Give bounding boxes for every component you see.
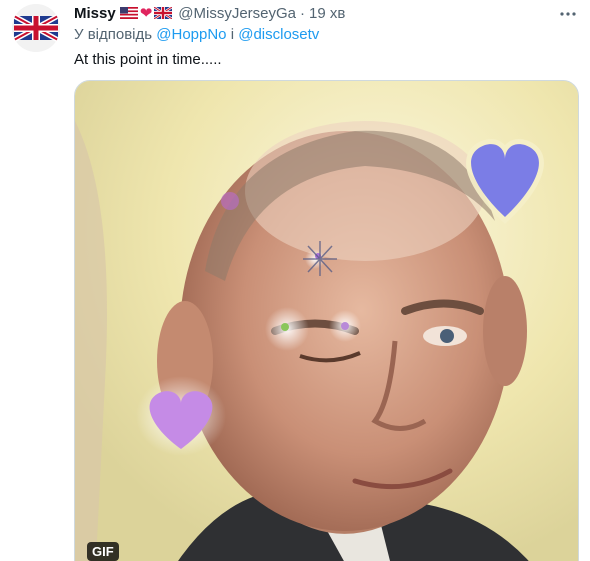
user-handle[interactable]: @MissyJerseyGa [178, 5, 296, 22]
timestamp[interactable]: 19 хв [309, 5, 345, 22]
red-heart-icon: ❤ [139, 5, 153, 22]
reply-context: У відповідь @HoppNo і @disclosetv [74, 26, 578, 46]
more-options-button[interactable] [558, 4, 578, 24]
tweet-text: At this point in time..... [74, 51, 222, 68]
tweet-media-gif[interactable]: GIF [74, 80, 579, 561]
reply-prefix: У відповідь [74, 26, 153, 43]
display-name[interactable]: Missy [74, 5, 116, 22]
tweet[interactable]: Missy ❤ @MissyJerseyGa · 19 хв У відпові… [0, 0, 590, 561]
reply-conjunction: і [230, 26, 235, 43]
avatar[interactable] [12, 4, 60, 52]
separator-dot: · [300, 4, 306, 22]
reply-mention-hoppno[interactable]: @HoppNo [156, 26, 226, 43]
gif-image [75, 81, 578, 561]
uk-flag-icon [154, 7, 173, 19]
uk-flag-avatar-icon [12, 4, 60, 52]
gif-badge: GIF [87, 542, 119, 561]
tweet-header: Missy ❤ @MissyJerseyGa · 19 хв [74, 2, 578, 24]
reply-mention-disclosetv[interactable]: @disclosetv [238, 26, 319, 43]
more-options-icon [560, 12, 576, 16]
us-flag-icon [119, 7, 138, 19]
